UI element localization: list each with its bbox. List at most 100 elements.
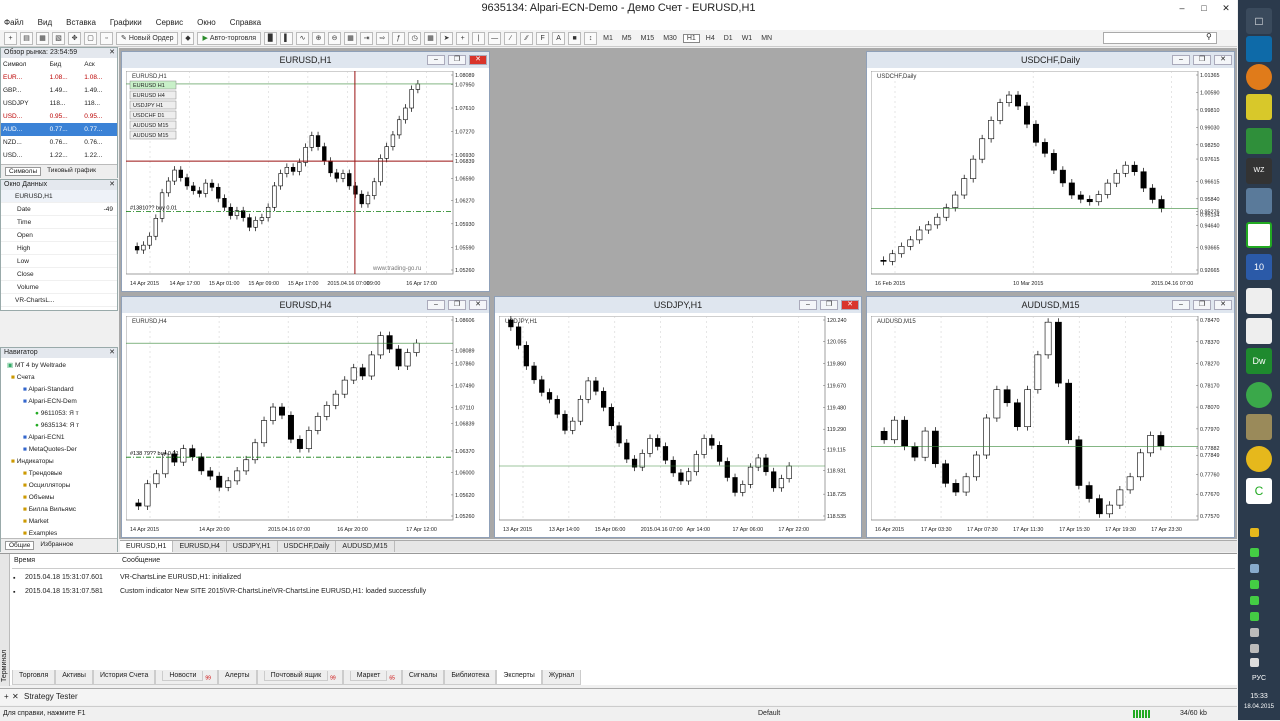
menu-file[interactable]: Файл <box>4 16 24 30</box>
tf-m1[interactable]: M1 <box>600 35 616 42</box>
chart-window-eurusd-h1[interactable]: EURUSD,H1 – ❐ ✕ EURUSD,H1 1.08089 1.07950 1… <box>121 51 490 292</box>
close-button[interactable]: ✕ <box>841 300 859 310</box>
minimize-button[interactable]: – <box>1171 0 1193 16</box>
restore-button[interactable]: ❐ <box>448 300 466 310</box>
table-row[interactable]: EUR... 1.08... 1.08... <box>1 71 117 84</box>
tree-item[interactable]: ■ Билла Вильямс <box>1 504 117 516</box>
chart-canvas[interactable]: EURUSD,H4 1.08606 1.08089 1.07860 1.07490 1.0… <box>126 316 487 534</box>
table-row[interactable]: USDJPY 118... 118... <box>1 97 117 110</box>
desktop-icon[interactable]: □ <box>1246 8 1272 34</box>
chart-canvas[interactable]: EURUSD,H1 1.08089 1.07950 1.07610 1.07270 1.0… <box>126 71 487 288</box>
tab-common[interactable]: Общие <box>5 541 35 550</box>
file-icon[interactable] <box>1246 318 1272 344</box>
tab-symbols[interactable]: Символы <box>5 167 42 176</box>
minimize-button[interactable]: – <box>427 300 445 310</box>
c-app-icon[interactable]: C <box>1246 478 1272 504</box>
new-chart-icon[interactable]: + <box>4 31 17 45</box>
tf-mn[interactable]: MN <box>758 35 775 42</box>
restore-button[interactable]: ❐ <box>820 300 838 310</box>
menu-window[interactable]: Окно <box>197 16 216 30</box>
tree-item[interactable]: ■ Alpari-Standard <box>1 384 117 396</box>
minimize-button[interactable]: – <box>1172 300 1190 310</box>
tree-item[interactable]: ■ Объемы <box>1 492 117 504</box>
clock-date[interactable]: 18.04.2015 <box>1238 704 1280 710</box>
chart-tab[interactable]: AUDUSD,M15 <box>336 541 395 552</box>
strategy-tester-bar[interactable]: + ✕ Strategy Tester <box>0 688 1237 705</box>
horizontal-line-icon[interactable]: — <box>488 31 502 45</box>
tree-item[interactable]: ● 9611053: Я т <box>1 408 117 420</box>
candle-chart-icon[interactable]: ▌ <box>280 31 294 45</box>
tree-item[interactable]: ■ Alpari-ECN-Dem <box>1 396 117 408</box>
tree-item[interactable]: ■ Осцилляторы <box>1 480 117 492</box>
tray-icon[interactable] <box>1250 580 1259 589</box>
tf-m15[interactable]: M15 <box>638 35 658 42</box>
chart-window-usdchf-daily[interactable]: USDCHF,Daily – ❐ ✕ USDCHF,Daily 1.01365 1.… <box>866 51 1235 292</box>
tab-signals[interactable]: Сигналы <box>401 670 445 686</box>
tray-icon[interactable] <box>1250 564 1259 573</box>
tf-h1[interactable]: H1 <box>682 33 700 43</box>
tf-h4[interactable]: H4 <box>703 35 718 42</box>
maximize-button[interactable]: □ <box>1193 0 1215 16</box>
chart-tab[interactable]: USDCHF,Daily <box>278 541 337 552</box>
tf-d1[interactable]: D1 <box>721 35 736 42</box>
chart-app-icon[interactable] <box>1246 222 1272 248</box>
close-button[interactable]: ✕ <box>1214 300 1232 310</box>
clock-time[interactable]: 15:33 <box>1240 693 1278 700</box>
ie-icon[interactable] <box>1246 36 1272 62</box>
wz-app-icon[interactable]: WZ <box>1246 158 1272 184</box>
menu-insert[interactable]: Вставка <box>66 16 96 30</box>
navigator-icon[interactable]: ✥ <box>68 31 81 45</box>
dw-icon[interactable]: Dw <box>1246 348 1272 374</box>
tray-icon[interactable] <box>1250 528 1259 537</box>
tab-mailbox[interactable]: Почтовый ящик 99 <box>256 670 343 686</box>
chart-window-eurusd-h4[interactable]: EURUSD,H4 – ❐ ✕ EURUSD,H4 1.08606 1.08089 1… <box>121 296 490 538</box>
tree-item[interactable]: ● 9635134: Я т <box>1 420 117 432</box>
crosshair-icon[interactable]: + <box>456 31 470 45</box>
app-10-icon[interactable]: 10 <box>1246 254 1272 280</box>
trendline-icon[interactable]: ∕ <box>504 31 518 45</box>
tf-m30[interactable]: M30 <box>660 35 680 42</box>
indicators-icon[interactable]: ƒ <box>392 31 406 45</box>
chart-canvas[interactable]: USDCHF,Daily 1.01365 1.00590 0.99810 0.99030… <box>871 71 1232 288</box>
label-icon[interactable]: ■ <box>568 31 582 45</box>
helmet-icon[interactable] <box>1246 446 1272 472</box>
menu-view[interactable]: Вид <box>38 16 52 30</box>
terminal-icon[interactable]: ▢ <box>84 31 97 45</box>
vertical-line-icon[interactable]: | <box>472 31 486 45</box>
log-row[interactable]: ▪ 2015.04.18 15:31:07.581 Custom indicat… <box>12 588 1235 600</box>
tree-item[interactable]: ▣ MT 4 by Weltrade <box>1 360 117 372</box>
tree-item[interactable]: ■ MetaQuotes-Der <box>1 444 117 456</box>
close-icon[interactable]: ✕ <box>109 180 115 190</box>
zoom-out-icon[interactable]: ⊖ <box>328 31 342 45</box>
tray-icon[interactable] <box>1250 612 1259 621</box>
search-input[interactable] <box>1103 32 1217 44</box>
close-icon[interactable]: ✕ <box>12 689 19 705</box>
minimize-button[interactable]: – <box>427 55 445 65</box>
keyboard-language[interactable]: РУС <box>1242 675 1276 682</box>
document-icon[interactable] <box>1246 288 1272 314</box>
mt4-icon[interactable] <box>1246 188 1272 214</box>
restore-button[interactable]: ❐ <box>1193 55 1211 65</box>
autoscroll-icon[interactable]: ⇨ <box>376 31 390 45</box>
tab-favorites[interactable]: Избранное <box>40 541 73 550</box>
table-row[interactable]: NZD... 0.76... 0.76... <box>1 136 117 149</box>
close-button[interactable]: ✕ <box>1214 55 1232 65</box>
autotrading-button[interactable]: ▶ Авто-торговля <box>197 31 262 45</box>
menu-tools[interactable]: Сервис <box>156 16 183 30</box>
tree-item[interactable]: ■ Market <box>1 516 117 528</box>
chart-canvas[interactable]: AUDUSD,M15 0.78470 0.78370 0.78270 0.78170 0.… <box>871 316 1232 534</box>
close-button[interactable]: ✕ <box>1215 0 1237 16</box>
close-button[interactable]: ✕ <box>469 55 487 65</box>
green-app-icon[interactable] <box>1246 128 1272 154</box>
tab-experts[interactable]: Эксперты <box>496 670 542 686</box>
chart-tab[interactable]: EURUSD,H4 <box>173 541 227 552</box>
tab-market[interactable]: Маркет 65 <box>342 670 402 686</box>
tab-tick-chart[interactable]: Тиковый график <box>47 167 96 176</box>
close-icon[interactable]: ✕ <box>109 48 115 58</box>
chart-tab[interactable]: EURUSD,H1 <box>120 541 174 552</box>
tf-w1[interactable]: W1 <box>739 35 756 42</box>
arrows-icon[interactable]: ↕ <box>584 31 598 45</box>
restore-button[interactable]: ❐ <box>1193 300 1211 310</box>
period-icon[interactable]: ◷ <box>408 31 422 45</box>
chart-canvas[interactable]: USDJPY,H1 120.240120.055119.860119.670119… <box>499 316 859 534</box>
